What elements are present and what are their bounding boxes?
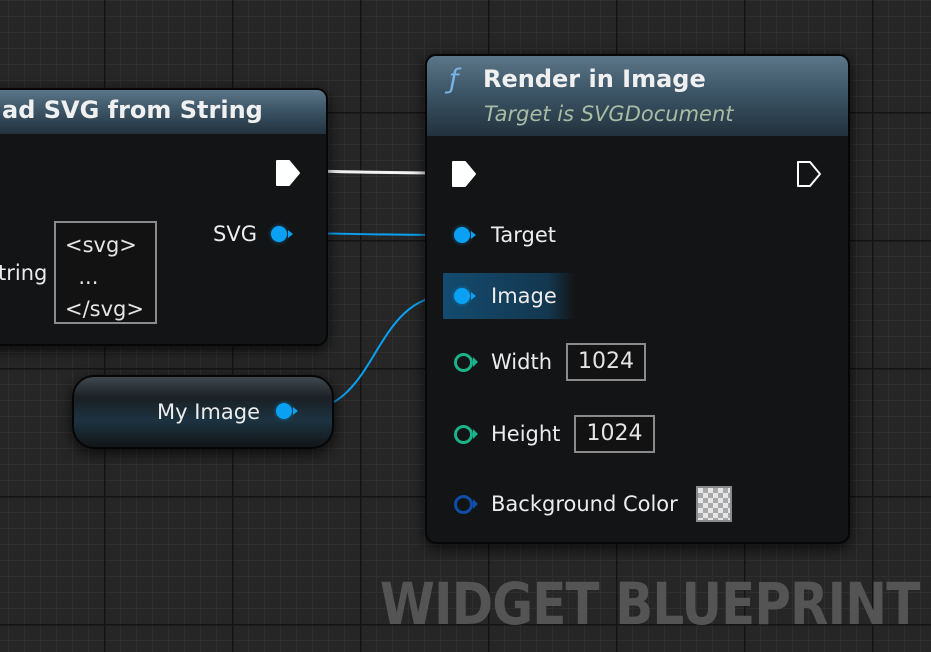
load-svg-node-header[interactable]: ad SVG from String xyxy=(0,90,326,134)
graph-type-watermark: WIDGET BLUEPRINT xyxy=(379,570,919,638)
my-image-variable-node[interactable]: My Image xyxy=(72,375,334,449)
svg-output-label: SVG xyxy=(213,222,257,246)
string-line: ... xyxy=(65,265,99,289)
background-color-input-pin[interactable] xyxy=(454,495,478,514)
string-line: <svg> xyxy=(65,233,137,257)
exec-out-pin[interactable] xyxy=(275,159,301,187)
background-color-swatch[interactable] xyxy=(696,486,732,522)
width-input-pin[interactable] xyxy=(454,353,478,372)
render-node-header[interactable]: ƒ Render in Image Target is SVGDocument xyxy=(427,56,848,136)
width-value-field[interactable]: 1024 xyxy=(566,343,646,381)
exec-in-pin[interactable] xyxy=(451,160,477,188)
load-svg-node[interactable]: ad SVG from String SVG tring <svg> ... <… xyxy=(0,88,328,346)
height-value-field[interactable]: 1024 xyxy=(574,415,655,453)
height-input-pin[interactable] xyxy=(454,425,478,444)
height-pin-label: Height xyxy=(491,422,561,446)
variable-label: My Image xyxy=(157,400,260,424)
node-subtitle: Target is SVGDocument xyxy=(484,102,734,126)
target-pin-label: Target xyxy=(491,223,556,247)
function-icon: ƒ xyxy=(449,64,459,95)
exec-out-pin[interactable] xyxy=(796,160,822,188)
background-color-pin-label: Background Color xyxy=(491,492,678,516)
target-input-pin[interactable] xyxy=(454,227,476,243)
svg-output-pin[interactable] xyxy=(271,226,293,242)
string-input-label: tring xyxy=(0,261,48,285)
image-input-pin[interactable] xyxy=(454,288,476,304)
node-title: Render in Image xyxy=(483,65,706,93)
width-pin-label: Width xyxy=(491,350,553,374)
my-image-output-pin[interactable] xyxy=(276,403,298,419)
image-pin-label: Image xyxy=(491,284,557,308)
render-in-image-node[interactable]: ƒ Render in Image Target is SVGDocument … xyxy=(425,54,850,544)
string-value-box[interactable]: <svg> ... </svg> xyxy=(54,221,157,324)
node-title: ad SVG from String xyxy=(2,96,263,124)
string-line: </svg> xyxy=(65,297,144,321)
